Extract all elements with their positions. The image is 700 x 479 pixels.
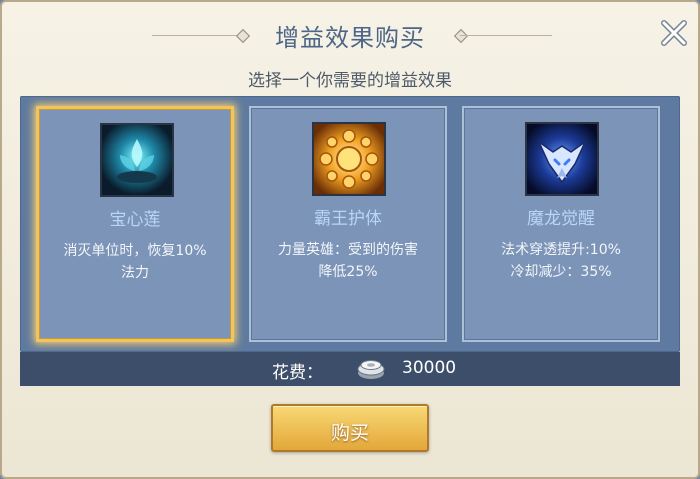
close-icon <box>661 20 687 46</box>
title-divider-right <box>460 35 552 36</box>
buff-card-name: 魔龙觉醒 <box>527 209 595 229</box>
buff-card-overlord[interactable]: 霸王护体 力量英雄：受到的伤害 降低25% <box>249 106 447 342</box>
dragon-head-icon <box>525 122 599 196</box>
buff-purchase-dialog: 增益效果购买 选择一个你需要的增益效果 宝心莲 消灭单位时，恢复10% 法力 霸… <box>0 0 700 479</box>
title-bar: 增益效果购买 <box>2 2 698 60</box>
buff-card-desc: 力量英雄：受到的伤害 降低25% <box>278 242 418 280</box>
close-button[interactable] <box>655 16 691 52</box>
dialog-title: 增益效果购买 <box>275 24 425 52</box>
buff-card-desc: 消灭单位时，恢复10% 法力 <box>63 243 207 281</box>
buff-card-name: 霸王护体 <box>314 209 382 229</box>
cost-label: 花费： <box>272 363 323 383</box>
cost-bar: 花费： 30000 <box>20 352 680 386</box>
blue-lotus-icon <box>100 123 174 197</box>
buy-button-label: 购买 <box>330 422 369 444</box>
buy-button[interactable]: 购买 <box>271 404 429 452</box>
golden-shield-orb-icon <box>312 122 386 196</box>
buff-card-dragon[interactable]: 魔龙觉醒 法术穿透提升:10% 冷却减少：35% <box>462 106 660 342</box>
buff-card-name: 宝心莲 <box>109 210 161 230</box>
buff-card-lotus[interactable]: 宝心莲 消灭单位时，恢复10% 法力 <box>36 106 234 342</box>
buff-card-desc: 法术穿透提升:10% 冷却减少：35% <box>501 242 621 280</box>
cost-value: 30000 <box>402 358 457 378</box>
dialog-subtitle: 选择一个你需要的增益效果 <box>248 71 452 91</box>
silver-coin-icon <box>356 356 386 382</box>
